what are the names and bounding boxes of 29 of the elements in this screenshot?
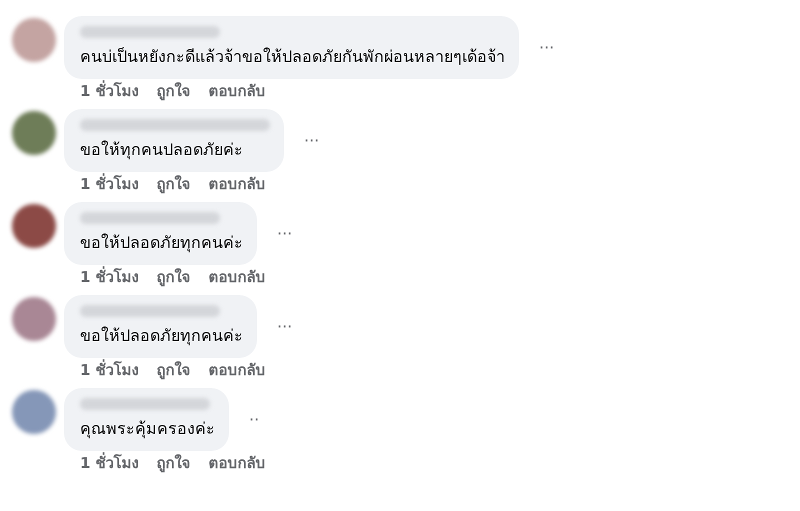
reply-link[interactable]: ตอบกลับ — [208, 265, 266, 289]
comment-time: 1 ชั่วโมง — [80, 172, 139, 195]
like-link[interactable]: ถูกใจ — [156, 172, 191, 196]
avatar-placeholder[interactable] — [12, 390, 56, 434]
comment-time: 1 ชั่วโมง — [80, 265, 139, 288]
more-options[interactable]: ··· — [527, 38, 566, 57]
more-options[interactable]: ··· — [265, 224, 304, 243]
avatar-placeholder[interactable] — [12, 111, 56, 155]
comment-time: 1 ชั่วโมง — [80, 79, 139, 102]
comment-text: ขอให้ปลอดภัยทุกคนค่ะ — [80, 325, 243, 348]
comment-time: 1 ชั่วโมง — [80, 358, 139, 381]
comment-time: 1 ชั่วโมง — [80, 451, 139, 474]
reply-link[interactable]: ตอบกลับ — [208, 358, 266, 382]
reply-link[interactable]: ตอบกลับ — [208, 79, 266, 103]
avatar-placeholder[interactable] — [12, 204, 56, 248]
comment-text: ขอให้ปลอดภัยทุกคนค่ะ — [80, 232, 243, 254]
reply-link[interactable]: ตอบกลับ — [208, 451, 266, 475]
like-link[interactable]: ถูกใจ — [156, 358, 191, 382]
more-options[interactable]: ·· — [237, 410, 272, 429]
avatar-placeholder[interactable] — [12, 297, 56, 341]
comment-text: ขอให้ทุกคนปลอดภัยค่ะ — [80, 139, 244, 162]
comment-text: คนบ่เป็นหยังกะดีแล้วจ้าขอให้ปลอดภัยกันพักผ่อนหลายๆเด้อจ้า — [80, 46, 505, 68]
comment-text: คุณพระคุ้มครองค่ะ — [80, 418, 215, 440]
more-options[interactable]: ··· — [292, 131, 332, 150]
like-link[interactable]: ถูกใจ — [156, 79, 191, 103]
like-link[interactable]: ถูกใจ — [156, 265, 191, 289]
more-options[interactable]: ··· — [265, 317, 304, 336]
like-link[interactable]: ถูกใจ — [156, 451, 191, 475]
reply-link[interactable]: ตอบกลับ — [208, 172, 266, 196]
